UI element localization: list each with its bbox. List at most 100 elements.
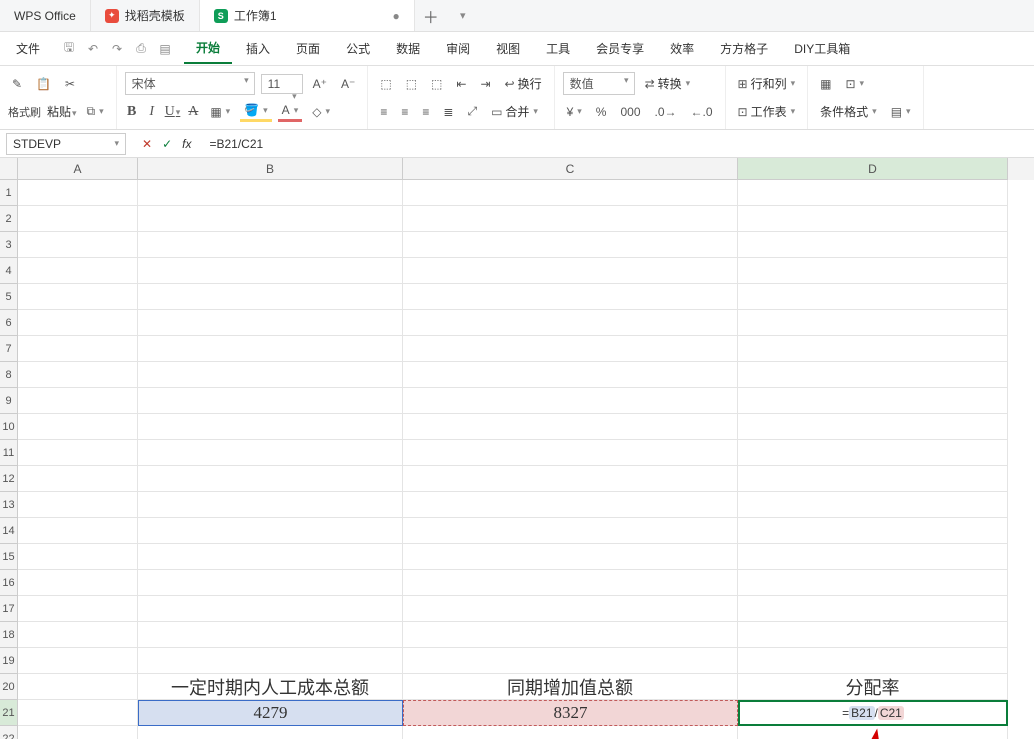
- paste-label[interactable]: 粘贴▾: [47, 103, 77, 120]
- cell-empty[interactable]: [18, 180, 138, 206]
- cell-empty[interactable]: [138, 570, 403, 596]
- cell-empty[interactable]: [738, 232, 1008, 258]
- cell-empty[interactable]: [18, 388, 138, 414]
- row-header-16[interactable]: 16: [0, 570, 18, 596]
- row-header-14[interactable]: 14: [0, 518, 18, 544]
- comma-button[interactable]: 000: [616, 103, 644, 121]
- row-header-5[interactable]: 5: [0, 284, 18, 310]
- cell-empty[interactable]: [138, 388, 403, 414]
- menu-ffgz[interactable]: 方方格子: [708, 34, 780, 63]
- cell-empty[interactable]: [138, 726, 403, 739]
- cell-empty[interactable]: [18, 674, 138, 700]
- cell-d20[interactable]: 分配率: [738, 674, 1008, 700]
- currency-button[interactable]: ¥▾: [563, 103, 586, 121]
- justify-button[interactable]: ≣: [439, 103, 457, 121]
- cell-empty[interactable]: [18, 518, 138, 544]
- number-format-select[interactable]: 数值: [563, 72, 635, 95]
- clear-format-button[interactable]: ◇▾: [308, 103, 334, 121]
- col-header-b[interactable]: B: [138, 158, 403, 180]
- cell-empty[interactable]: [18, 622, 138, 648]
- cell-empty[interactable]: [138, 518, 403, 544]
- row-header-1[interactable]: 1: [0, 180, 18, 206]
- menu-tools[interactable]: 工具: [534, 34, 582, 63]
- cell-d21[interactable]: = B21 / C21: [738, 700, 1008, 726]
- cell-empty[interactable]: [738, 648, 1008, 674]
- cell-empty[interactable]: [138, 258, 403, 284]
- cell-empty[interactable]: [403, 362, 738, 388]
- cell-empty[interactable]: [18, 726, 138, 739]
- align-left-button[interactable]: ≡: [376, 103, 391, 121]
- row-header-9[interactable]: 9: [0, 388, 18, 414]
- cell-empty[interactable]: [138, 622, 403, 648]
- cell-empty[interactable]: [738, 492, 1008, 518]
- name-box[interactable]: STDEVP ▾: [6, 133, 126, 155]
- cell-empty[interactable]: [18, 258, 138, 284]
- preview-icon[interactable]: ▤: [156, 40, 174, 58]
- save-icon[interactable]: 🖫: [60, 40, 78, 58]
- print-icon[interactable]: ⎙: [132, 40, 150, 58]
- menu-review[interactable]: 审阅: [434, 34, 482, 63]
- cell-empty[interactable]: [138, 362, 403, 388]
- bold-button[interactable]: B: [125, 104, 139, 120]
- menu-formula[interactable]: 公式: [334, 34, 382, 63]
- copy-button[interactable]: ⧉▾: [83, 102, 108, 121]
- row-header-13[interactable]: 13: [0, 492, 18, 518]
- cell-empty[interactable]: [138, 310, 403, 336]
- increase-font-button[interactable]: A⁺: [309, 75, 331, 93]
- align-center-button[interactable]: ≡: [397, 103, 412, 121]
- redo-icon[interactable]: ↷: [108, 40, 126, 58]
- cell-empty[interactable]: [18, 310, 138, 336]
- cell-empty[interactable]: [138, 284, 403, 310]
- row-header-15[interactable]: 15: [0, 544, 18, 570]
- fill-color-button[interactable]: 🪣▾: [240, 101, 271, 122]
- row-header-11[interactable]: 11: [0, 440, 18, 466]
- strike-button[interactable]: A: [186, 104, 200, 120]
- cell-empty[interactable]: [738, 726, 1008, 739]
- cell-empty[interactable]: [403, 544, 738, 570]
- cell-empty[interactable]: [403, 726, 738, 739]
- cell-empty[interactable]: [18, 700, 138, 726]
- cell-empty[interactable]: [403, 414, 738, 440]
- cell-empty[interactable]: [18, 206, 138, 232]
- cell-empty[interactable]: [403, 570, 738, 596]
- cell-empty[interactable]: [403, 492, 738, 518]
- cell-b21[interactable]: 4279: [138, 700, 403, 726]
- border-button[interactable]: ▦▾: [206, 103, 234, 121]
- row-header-2[interactable]: 2: [0, 206, 18, 232]
- cell-empty[interactable]: [18, 284, 138, 310]
- cell-empty[interactable]: [738, 180, 1008, 206]
- table-style-button[interactable]: ▤▾: [887, 103, 915, 121]
- row-header-12[interactable]: 12: [0, 466, 18, 492]
- row-header-4[interactable]: 4: [0, 258, 18, 284]
- styles-button[interactable]: ▦: [816, 75, 835, 93]
- tab-templates[interactable]: ✦ 找稻壳模板: [91, 0, 200, 31]
- row-header-21[interactable]: 21: [0, 700, 18, 726]
- cell-empty[interactable]: [403, 466, 738, 492]
- tab-workbook[interactable]: S 工作簿1 ●: [200, 0, 415, 31]
- cut-button[interactable]: ✂: [61, 75, 79, 93]
- font-size-select[interactable]: 11: [261, 74, 303, 94]
- cell-empty[interactable]: [18, 362, 138, 388]
- cell-empty[interactable]: [738, 362, 1008, 388]
- cell-empty[interactable]: [403, 284, 738, 310]
- cell-empty[interactable]: [738, 206, 1008, 232]
- formula-input[interactable]: =B21/C21: [201, 134, 1034, 154]
- menu-diy[interactable]: DIY工具箱: [782, 34, 862, 63]
- cell-empty[interactable]: [18, 440, 138, 466]
- cell-empty[interactable]: [403, 206, 738, 232]
- cell-empty[interactable]: [738, 570, 1008, 596]
- align-bottom-button[interactable]: ⬚: [427, 75, 446, 93]
- cell-empty[interactable]: [403, 232, 738, 258]
- cell-empty[interactable]: [138, 544, 403, 570]
- cell-empty[interactable]: [18, 544, 138, 570]
- cell-empty[interactable]: [138, 466, 403, 492]
- col-header-c[interactable]: C: [403, 158, 738, 180]
- format-painter-button[interactable]: ✎: [8, 75, 26, 93]
- indent-inc-button[interactable]: ⇥: [476, 75, 494, 93]
- cell-empty[interactable]: [403, 336, 738, 362]
- row-header-6[interactable]: 6: [0, 310, 18, 336]
- cell-empty[interactable]: [138, 206, 403, 232]
- cell-empty[interactable]: [738, 440, 1008, 466]
- cell-empty[interactable]: [18, 492, 138, 518]
- cell-c20[interactable]: 同期增加值总额: [403, 674, 738, 700]
